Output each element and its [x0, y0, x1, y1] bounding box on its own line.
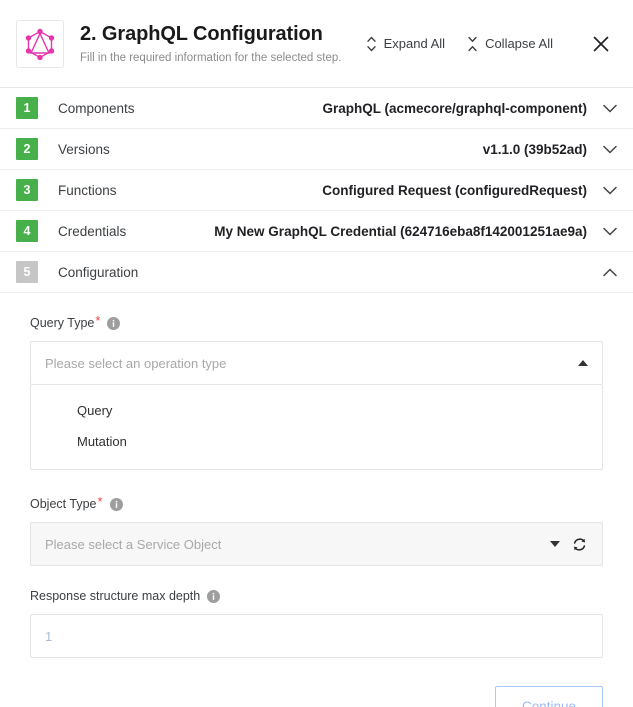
refresh-icon[interactable] [571, 536, 588, 553]
dropdown-option-mutation[interactable]: Mutation [31, 426, 602, 457]
dialog-footer: Continue [0, 658, 633, 707]
chevron-down-icon[interactable] [603, 145, 617, 154]
step-badge: 5 [16, 261, 38, 283]
chevron-down-icon[interactable] [603, 104, 617, 113]
graphql-logo [16, 19, 64, 68]
step-badge: 3 [16, 179, 38, 201]
object-type-select[interactable]: Please select a Service Object [30, 522, 603, 566]
object-type-label-row: Object Type * [30, 494, 603, 512]
info-icon[interactable] [207, 589, 221, 603]
required-marker: * [97, 494, 103, 509]
object-type-placeholder: Please select a Service Object [45, 536, 222, 552]
accordion-row-configuration[interactable]: 5 Configuration [0, 252, 633, 293]
step-badge: 4 [16, 220, 38, 242]
dialog-header: 2. GraphQL Configuration Fill in the req… [0, 0, 633, 88]
accordion-label: Credentials [58, 223, 127, 239]
page-title: 2. GraphQL Configuration [80, 22, 323, 45]
max-depth-input[interactable] [30, 614, 603, 658]
accordion-row-versions[interactable]: 2 Versions v1.1.0 (39b52ad) [0, 129, 633, 170]
object-type-field: Object Type * Please select a Service Ob… [30, 494, 603, 566]
object-type-label: Object Type [30, 497, 97, 511]
query-type-placeholder: Please select an operation type [45, 355, 227, 371]
query-type-dropdown-list: Query Mutation [30, 385, 603, 470]
page-subtitle: Fill in the required information for the… [80, 51, 342, 64]
caret-down-icon[interactable] [550, 541, 560, 547]
accordion-row-functions[interactable]: 3 Functions Configured Request (configur… [0, 170, 633, 211]
accordion-value: GraphQL (acmecore/graphql-component) [322, 100, 587, 116]
graphql-logo-icon [25, 28, 55, 60]
accordion-value: My New GraphQL Credential (624716eba8f14… [214, 223, 587, 239]
close-icon [593, 36, 609, 51]
expand-all-button[interactable]: Expand All [364, 32, 447, 56]
max-depth-label: Response structure max depth [30, 589, 201, 603]
dropdown-option-query[interactable]: Query [31, 395, 602, 426]
max-depth-label-row: Response structure max depth [30, 588, 603, 604]
info-icon[interactable] [107, 316, 121, 330]
accordion-row-components[interactable]: 1 Components GraphQL (acmecore/graphql-c… [0, 88, 633, 129]
max-depth-field: Response structure max depth [30, 588, 603, 658]
query-type-select[interactable]: Please select an operation type [30, 341, 603, 385]
query-type-label-row: Query Type * [30, 313, 603, 331]
header-text-block: 2. GraphQL Configuration Fill in the req… [80, 22, 364, 66]
accordion-label: Functions [58, 182, 117, 198]
chevron-down-icon[interactable] [603, 186, 617, 195]
query-type-field: Query Type * Please select an operation … [30, 313, 603, 470]
accordion-label: Configuration [58, 264, 139, 280]
step-badge: 2 [16, 138, 38, 160]
configuration-panel: Query Type * Please select an operation … [0, 293, 633, 658]
steps-accordion: 1 Components GraphQL (acmecore/graphql-c… [0, 88, 633, 293]
chevron-down-icon[interactable] [603, 227, 617, 236]
collapse-all-button[interactable]: Collapse All [465, 32, 555, 56]
accordion-label: Components [58, 100, 135, 116]
accordion-value: Configured Request (configuredRequest) [322, 182, 587, 198]
accordion-value: v1.1.0 (39b52ad) [482, 141, 587, 157]
chevron-up-icon[interactable] [603, 267, 617, 277]
query-type-label: Query Type [30, 316, 95, 330]
accordion-row-credentials[interactable]: 4 Credentials My New GraphQL Credential … [0, 211, 633, 252]
close-button[interactable] [587, 30, 615, 58]
caret-up-icon[interactable] [578, 360, 588, 366]
step-badge: 1 [16, 97, 38, 119]
continue-button[interactable]: Continue [494, 686, 603, 707]
accordion-label: Versions [58, 141, 110, 157]
expand-vertical-icon [366, 36, 376, 51]
expand-all-label: Expand All [383, 36, 446, 51]
info-icon[interactable] [109, 497, 123, 511]
required-marker: * [95, 313, 101, 328]
collapse-vertical-icon [468, 36, 477, 51]
header-actions: Expand All Collapse All [364, 30, 615, 58]
collapse-all-label: Collapse All [485, 36, 553, 51]
